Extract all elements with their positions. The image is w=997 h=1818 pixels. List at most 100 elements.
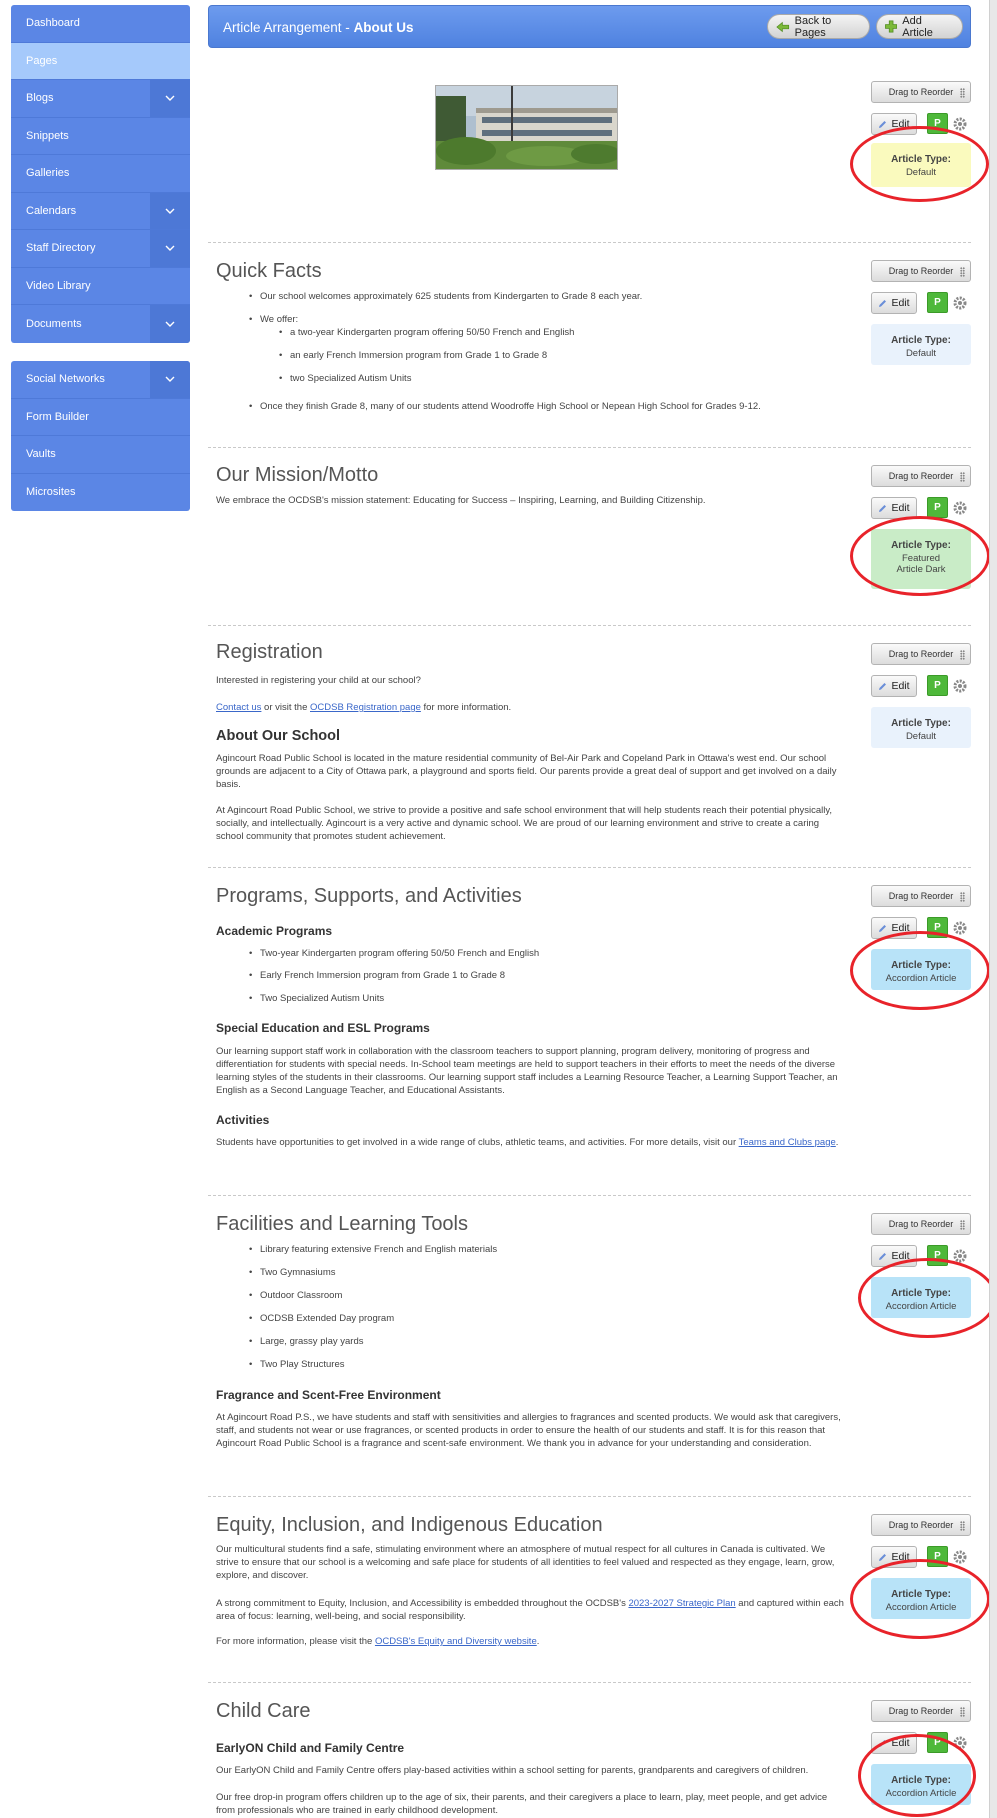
pencil-icon (879, 504, 887, 512)
sidebar-item-vaults[interactable]: Vaults (11, 436, 190, 474)
drag-to-reorder-button[interactable]: Drag to Reorder (871, 885, 971, 907)
gear-icon[interactable] (953, 501, 967, 515)
gear-icon[interactable] (953, 1736, 967, 1750)
gear-icon[interactable] (953, 1550, 967, 1564)
article-text: Our free drop-in program offers children… (216, 1792, 828, 1816)
scrollbar[interactable] (989, 0, 997, 1818)
chevron-down-icon[interactable] (150, 192, 190, 229)
publish-button[interactable]: P (927, 1732, 948, 1753)
contact-us-link[interactable]: Contact us (216, 702, 261, 713)
publish-button[interactable]: P (927, 1245, 948, 1266)
sidebar-item-label: Microsites (26, 486, 76, 499)
article-text: Our multicultural students find a safe, … (216, 1544, 835, 1581)
sidebar-item-dashboard[interactable]: Dashboard (11, 5, 190, 43)
article-text: For more information, please visit the O… (216, 1636, 540, 1647)
sidebar-item-label: Blogs (26, 92, 54, 105)
gear-icon[interactable] (953, 679, 967, 693)
section-heading: EarlyON Child and Family Centre (216, 1741, 405, 1755)
sidebar-item-documents[interactable]: Documents (11, 305, 190, 343)
sidebar-item-pages[interactable]: Pages (11, 42, 190, 80)
sidebar-item-label: Staff Directory (26, 242, 96, 255)
list-item: Two Specialized Autism Units (249, 993, 384, 1004)
chevron-down-icon[interactable] (150, 361, 190, 398)
edit-button[interactable]: Edit (871, 1732, 917, 1754)
edit-button[interactable]: Edit (871, 292, 917, 314)
article-title: Programs, Supports, and Activities (216, 885, 522, 907)
strategic-plan-link[interactable]: 2023-2027 Strategic Plan (628, 1598, 735, 1609)
sidebar-item-video-library[interactable]: Video Library (11, 268, 190, 305)
sidebar-group: Social Networks Form Builder Vaults Microsi… (11, 361, 190, 511)
sidebar-item-calendars[interactable]: Calendars (11, 192, 190, 230)
drag-to-reorder-button[interactable]: Drag to Reorder (871, 643, 971, 665)
list-item: Library featuring extensive French and E… (249, 1244, 497, 1255)
article-type-box: Article Type: Accordion Article (871, 1764, 971, 1805)
equity-diversity-link[interactable]: OCDSB's Equity and Diversity website (375, 1636, 537, 1647)
sidebar-item-staff-directory[interactable]: Staff Directory (11, 230, 190, 268)
article-title: Quick Facts (216, 260, 322, 282)
sidebar-item-label: Calendars (26, 204, 77, 217)
list-item: a two-year Kindergarten program offering… (279, 327, 574, 338)
gear-icon[interactable] (953, 921, 967, 935)
chevron-down-icon[interactable] (150, 80, 190, 117)
list-item: Two Play Structures (249, 1359, 345, 1370)
sidebar-item-form-builder[interactable]: Form Builder (11, 399, 190, 436)
publish-button[interactable]: P (927, 1546, 948, 1567)
article-text: Agincourt Road Public School is located … (216, 753, 837, 790)
publish-button[interactable]: P (927, 292, 948, 313)
pencil-icon (879, 924, 887, 932)
sidebar-item-label: Galleries (26, 167, 70, 180)
article-type-box: Article Type: Accordion Article (871, 1277, 971, 1318)
edit-button[interactable]: Edit (871, 1546, 917, 1568)
article-text: A strong commitment to Equity, Inclusion… (216, 1598, 844, 1622)
chevron-down-icon[interactable] (150, 230, 190, 267)
edit-button[interactable]: Edit (871, 497, 917, 519)
drag-to-reorder-button[interactable]: Drag to Reorder (871, 465, 971, 487)
article-title: Equity, Inclusion, and Indigenous Educat… (216, 1514, 603, 1536)
sidebar-item-label: Form Builder (26, 410, 89, 423)
article-quick-facts: Quick Facts Our school welcomes approxim… (208, 243, 971, 448)
teams-and-clubs-link[interactable]: Teams and Clubs page (739, 1137, 836, 1148)
sidebar-item-microsites[interactable]: Microsites (11, 474, 190, 512)
article-facilities: Facilities and Learning Tools Library fe… (208, 1196, 997, 1497)
article-mission: Our Mission/Motto We embrace the OCDSB's… (208, 448, 990, 626)
article-type-box: Article Type: Featured Article Dark (871, 529, 971, 589)
section-heading: Special Education and ESL Programs (216, 1021, 430, 1035)
publish-button[interactable]: P (927, 113, 948, 134)
pencil-icon (879, 1252, 887, 1260)
sidebar-item-snippets[interactable]: Snippets (11, 118, 190, 155)
article-type-value: Accordion Article (885, 973, 957, 984)
drag-to-reorder-button[interactable]: Drag to Reorder (871, 1213, 971, 1235)
edit-button[interactable]: Edit (871, 1245, 917, 1267)
list-item: Outdoor Classroom (249, 1290, 342, 1301)
gear-icon[interactable] (953, 117, 967, 131)
drag-to-reorder-button[interactable]: Drag to Reorder (871, 1514, 971, 1536)
sidebar-item-blogs[interactable]: Blogs (11, 80, 190, 118)
gear-icon[interactable] (953, 296, 967, 310)
sidebar-item-galleries[interactable]: Galleries (11, 155, 190, 193)
article-type-value: Featured Article Dark (896, 553, 946, 575)
publish-button[interactable]: P (927, 675, 948, 696)
gear-icon[interactable] (953, 1249, 967, 1263)
section-heading: Academic Programs (216, 924, 333, 938)
article-title: Child Care (216, 1700, 311, 1722)
sidebar-item-social-networks[interactable]: Social Networks (11, 361, 190, 399)
pencil-icon (879, 1553, 887, 1561)
edit-button[interactable]: Edit (871, 113, 917, 135)
chevron-down-icon[interactable] (150, 305, 190, 343)
article-text: At Agincourt Road Public School, we stri… (216, 805, 833, 842)
drag-to-reorder-button[interactable]: Drag to Reorder (871, 260, 971, 282)
pencil-icon (879, 682, 887, 690)
drag-to-reorder-button[interactable]: Drag to Reorder (871, 81, 971, 103)
registration-page-link[interactable]: OCDSB Registration page (310, 702, 421, 713)
article-type-value: Default (905, 731, 937, 742)
edit-button[interactable]: Edit (871, 917, 917, 939)
article-registration: Registration Interested in registering y… (208, 626, 971, 868)
school-photo (435, 85, 618, 170)
publish-button[interactable]: P (927, 917, 948, 938)
edit-button[interactable]: Edit (871, 675, 917, 697)
publish-button[interactable]: P (927, 497, 948, 518)
article-equity: Equity, Inclusion, and Indigenous Educat… (208, 1497, 990, 1683)
list-item: We offer: (249, 314, 298, 325)
article-type-value: Accordion Article (885, 1788, 957, 1799)
drag-to-reorder-button[interactable]: Drag to Reorder (871, 1700, 971, 1722)
